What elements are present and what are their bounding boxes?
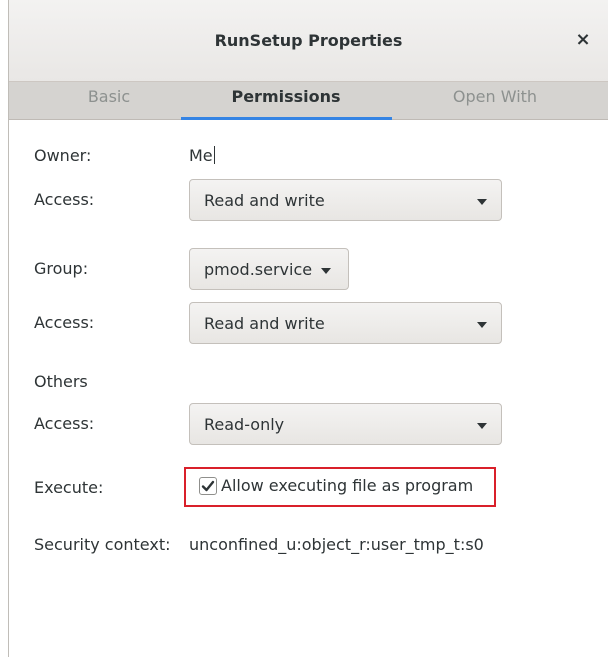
text-cursor: [213, 146, 215, 164]
tab-bar: Basic Permissions Open With: [9, 82, 608, 120]
close-icon[interactable]: ×: [572, 29, 594, 51]
group-access-combo[interactable]: Read and write: [189, 302, 502, 344]
title-bar: RunSetup Properties ×: [9, 0, 608, 82]
dropdown-arrow-icon: [477, 423, 487, 429]
others-access-value: Read-only: [204, 415, 285, 434]
allow-execute-checkbox[interactable]: [199, 477, 217, 495]
group-select-button[interactable]: pmod.service: [189, 248, 349, 290]
owner-value: Me: [189, 146, 215, 165]
group-access-value: Read and write: [204, 314, 325, 333]
owner-value-text: Me: [189, 146, 213, 165]
group-label: Group:: [34, 259, 89, 278]
dropdown-arrow-icon: [321, 268, 331, 274]
tab-basic[interactable]: Basic: [9, 82, 209, 120]
owner-access-label: Access:: [34, 190, 95, 209]
dialog-title: RunSetup Properties: [214, 31, 403, 50]
others-access-label: Access:: [34, 414, 95, 433]
others-label: Others: [34, 372, 88, 391]
checkmark-icon: [201, 480, 215, 492]
dropdown-arrow-icon: [477, 322, 487, 328]
properties-dialog: RunSetup Properties × Basic Permissions …: [8, 0, 608, 657]
tab-permissions[interactable]: Permissions: [186, 82, 386, 120]
allow-execute-label[interactable]: Allow executing file as program: [221, 476, 473, 495]
owner-access-combo[interactable]: Read and write: [189, 179, 502, 221]
group-access-label: Access:: [34, 313, 95, 332]
others-access-combo[interactable]: Read-only: [189, 403, 502, 445]
active-tab-indicator: [181, 117, 392, 120]
owner-label: Owner:: [34, 146, 92, 165]
security-context-value: unconfined_u:object_r:user_tmp_t:s0: [189, 535, 484, 554]
group-value: pmod.service: [204, 260, 313, 279]
security-context-label: Security context:: [34, 535, 171, 554]
execute-label: Execute:: [34, 478, 104, 497]
dropdown-arrow-icon: [477, 199, 487, 205]
tab-open-with[interactable]: Open With: [395, 82, 595, 120]
owner-access-value: Read and write: [204, 191, 325, 210]
